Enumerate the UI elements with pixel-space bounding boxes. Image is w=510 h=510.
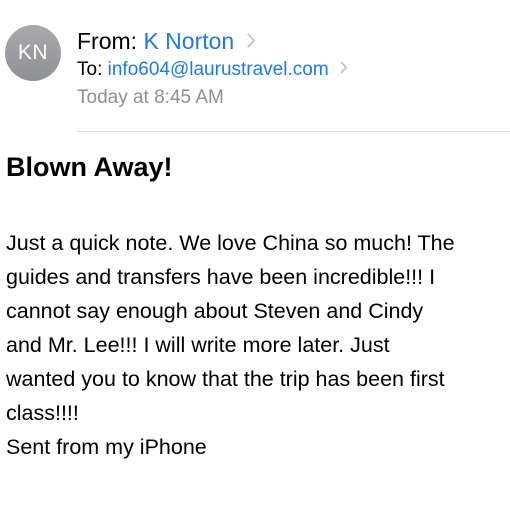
chevron-right-icon bbox=[247, 33, 255, 48]
to-label: To: bbox=[77, 59, 103, 80]
avatar-initials: KN bbox=[17, 41, 49, 64]
message-timestamp: Today at 8:45 AM bbox=[77, 87, 224, 108]
body-line: wanted you to know that the trip has bee… bbox=[6, 367, 445, 391]
sender-name-link[interactable]: K Norton bbox=[143, 28, 234, 54]
body-line: class!!!! bbox=[6, 401, 79, 425]
from-line: From: K Norton bbox=[77, 27, 256, 55]
recipient-address-link[interactable]: info604@laurustravel.com bbox=[108, 59, 329, 80]
avatar[interactable]: KN bbox=[5, 25, 61, 81]
chevron-right-icon bbox=[340, 62, 347, 74]
body-line: and Mr. Lee!!! I will write more later. … bbox=[6, 333, 390, 357]
message-subject: Blown Away! bbox=[6, 152, 173, 182]
body-line: Just a quick note. We love China so much… bbox=[6, 231, 455, 255]
body-line: cannot say enough about Steven and Cindy bbox=[6, 299, 424, 323]
message-body: Just a quick note. We love China so much… bbox=[6, 226, 510, 464]
from-label: From: bbox=[77, 28, 138, 54]
signature-line: Sent from my iPhone bbox=[6, 435, 207, 459]
header-divider bbox=[77, 131, 510, 132]
message-header: KN From: K Norton To: info604@laurustrav… bbox=[0, 0, 510, 130]
to-line: To: info604@laurustravel.com bbox=[77, 58, 348, 82]
body-line: guides and transfers have been incredibl… bbox=[6, 265, 436, 289]
